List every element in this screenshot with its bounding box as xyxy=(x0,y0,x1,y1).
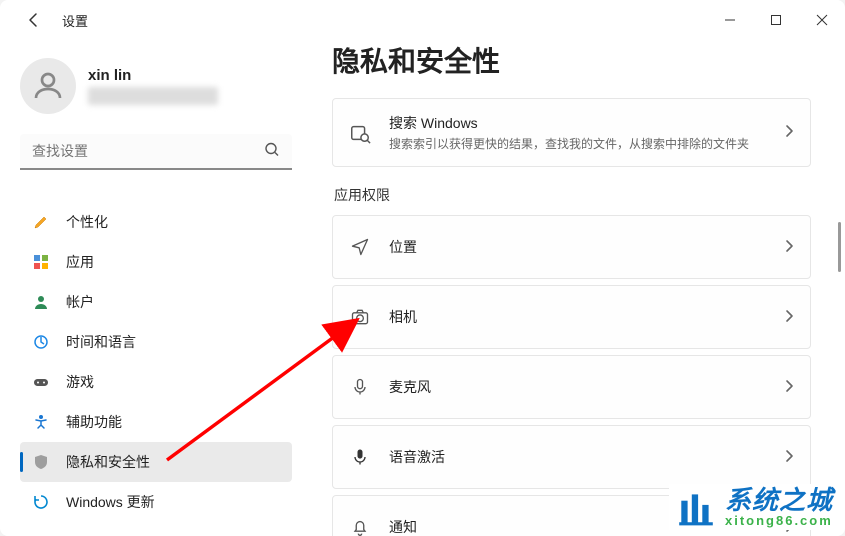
scrollbar[interactable] xyxy=(838,222,841,272)
search-icon xyxy=(264,142,280,163)
page-title: 隐私和安全性 xyxy=(332,40,811,80)
sidebar-item-accessibility[interactable]: 辅助功能 xyxy=(20,402,292,442)
watermark-url: xitong86.com xyxy=(725,514,833,528)
sidebar-item-label: 应用 xyxy=(66,252,94,272)
watermark-title: 系统之城 xyxy=(725,487,833,514)
gamepad-icon xyxy=(32,373,50,391)
brush-icon xyxy=(32,213,50,231)
sidebar-item-accounts[interactable]: 帐户 xyxy=(20,282,292,322)
back-button[interactable] xyxy=(20,6,48,34)
nav: 个性化 应用 帐户 时间和语言 游戏 xyxy=(20,184,308,536)
bell-icon xyxy=(349,516,371,536)
sidebar-item-windows-update[interactable]: Windows 更新 xyxy=(20,482,292,522)
person-icon xyxy=(30,68,66,104)
sidebar-item-label: 隐私和安全性 xyxy=(66,452,150,472)
account-icon xyxy=(32,293,50,311)
location-icon xyxy=(349,236,371,258)
sidebar-item-privacy-security[interactable]: 隐私和安全性 xyxy=(20,442,292,482)
close-button[interactable] xyxy=(799,5,845,35)
main: 隐私和安全性 搜索 Windows 搜索索引以获得更快的结果，查找我的文件，从搜… xyxy=(308,40,845,536)
sidebar-item-apps[interactable]: 应用 xyxy=(20,242,292,282)
maximize-icon xyxy=(770,14,782,26)
search-input[interactable] xyxy=(20,134,292,170)
window-controls xyxy=(707,5,845,35)
sidebar-item-personalization[interactable]: 个性化 xyxy=(20,202,292,242)
profile[interactable]: xin lin xyxy=(20,52,308,128)
close-icon xyxy=(816,14,828,26)
minimize-icon xyxy=(724,14,736,26)
tile-voice-activation[interactable]: 语音激活 xyxy=(332,425,811,489)
content: xin lin 个性化 应用 xyxy=(0,40,845,536)
search-windows-card[interactable]: 搜索 Windows 搜索索引以获得更快的结果，查找我的文件，从搜索中排除的文件… xyxy=(332,98,811,167)
tile-camera[interactable]: 相机 xyxy=(332,285,811,349)
tile-label: 语音激活 xyxy=(389,447,766,467)
back-arrow-icon xyxy=(26,12,42,28)
app-title: 设置 xyxy=(62,11,88,30)
sidebar-item-time-language[interactable]: 时间和语言 xyxy=(20,322,292,362)
chevron-right-icon xyxy=(784,449,794,466)
profile-info: xin lin xyxy=(88,67,218,105)
chevron-right-icon xyxy=(784,124,794,141)
chevron-right-icon xyxy=(784,239,794,256)
search-windows-icon xyxy=(349,122,371,144)
tile-label: 位置 xyxy=(389,237,766,257)
maximize-button[interactable] xyxy=(753,5,799,35)
tile-label: 相机 xyxy=(389,307,766,327)
sidebar-item-label: 时间和语言 xyxy=(66,332,136,352)
microphone-icon xyxy=(349,376,371,398)
minimize-button[interactable] xyxy=(707,5,753,35)
section-label: 应用权限 xyxy=(334,185,811,205)
avatar xyxy=(20,58,76,114)
sidebar-item-gaming[interactable]: 游戏 xyxy=(20,362,292,402)
chevron-right-icon xyxy=(784,379,794,396)
sidebar: xin lin 个性化 应用 xyxy=(0,40,308,536)
card-sub: 搜索索引以获得更快的结果，查找我的文件，从搜索中排除的文件夹 xyxy=(389,135,766,152)
card-title: 搜索 Windows xyxy=(389,113,766,133)
sidebar-item-label: 辅助功能 xyxy=(66,412,122,432)
sidebar-item-label: Windows 更新 xyxy=(66,492,155,512)
profile-name: xin lin xyxy=(88,67,218,84)
shield-icon xyxy=(32,453,50,471)
chevron-right-icon xyxy=(784,309,794,326)
tile-label: 麦克风 xyxy=(389,377,766,397)
globe-clock-icon xyxy=(32,333,50,351)
sidebar-item-label: 个性化 xyxy=(66,212,108,232)
sidebar-item-label: 游戏 xyxy=(66,372,94,392)
tile-microphone[interactable]: 麦克风 xyxy=(332,355,811,419)
titlebar: 设置 xyxy=(0,0,845,40)
tile-location[interactable]: 位置 xyxy=(332,215,811,279)
search-wrap xyxy=(20,134,292,170)
settings-window: 设置 xin lin xyxy=(0,0,845,536)
accessibility-icon xyxy=(32,413,50,431)
profile-email-redacted xyxy=(88,87,218,105)
apps-icon xyxy=(32,253,50,271)
sidebar-item-label: 帐户 xyxy=(66,292,94,312)
watermark-logo-icon xyxy=(675,486,717,528)
card-text: 搜索 Windows 搜索索引以获得更快的结果，查找我的文件，从搜索中排除的文件… xyxy=(389,113,766,152)
update-icon xyxy=(32,493,50,511)
watermark: 系统之城 xitong86.com xyxy=(669,484,839,530)
voice-icon xyxy=(349,446,371,468)
camera-icon xyxy=(349,306,371,328)
